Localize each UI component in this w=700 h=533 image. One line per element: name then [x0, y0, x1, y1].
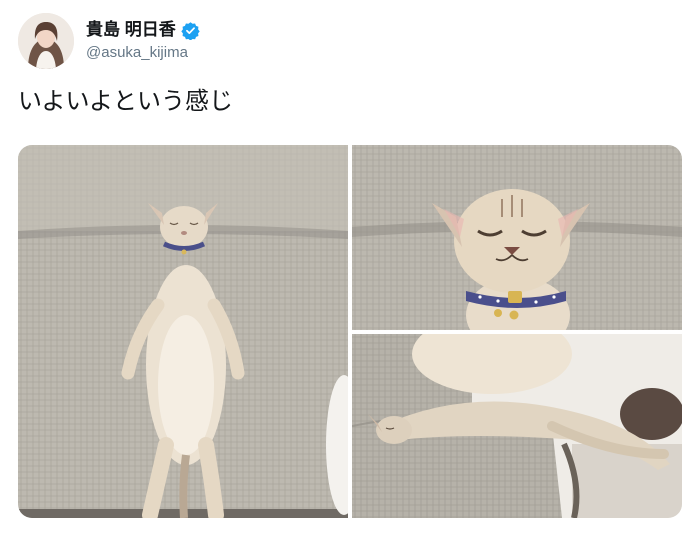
tweet-photo-2[interactable] [352, 145, 682, 330]
tweet-photo-1[interactable] [18, 145, 348, 518]
tweet-text: いよいよという感じ [18, 87, 234, 115]
verified-badge-icon [181, 21, 200, 41]
author-handle[interactable]: @asuka_kijima [86, 44, 188, 61]
author-name-row: 貴島 明日香 [86, 20, 200, 41]
author-display-name[interactable]: 貴島 明日香 [86, 20, 176, 40]
tweet-header: 貴島 明日香 @asuka_kijima [18, 13, 682, 69]
tweet-photo-3[interactable] [352, 334, 682, 518]
avatar[interactable] [18, 13, 74, 69]
media-grid [18, 145, 682, 518]
